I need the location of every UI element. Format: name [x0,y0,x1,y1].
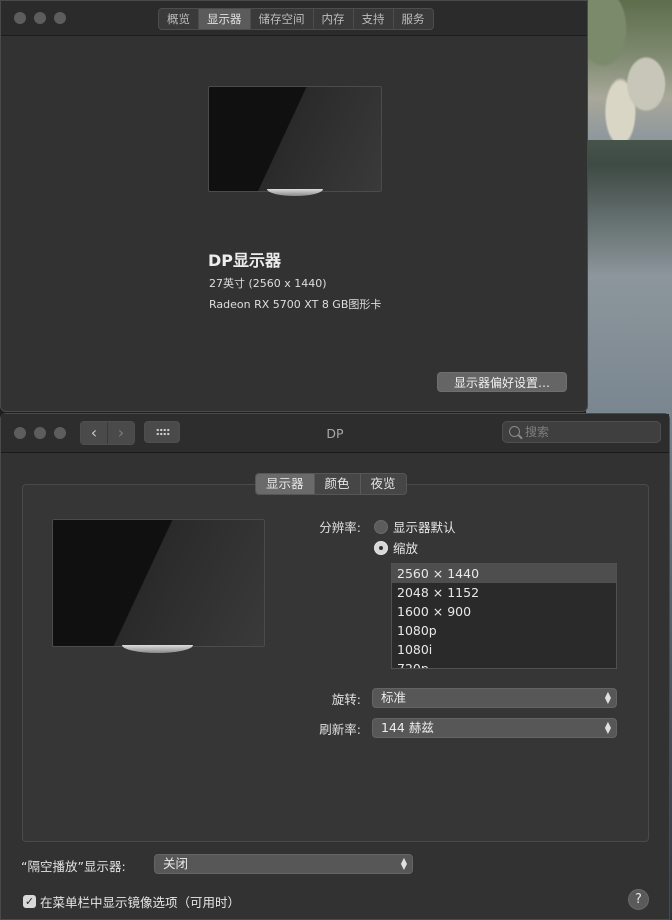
close-button[interactable] [14,12,26,24]
resolution-label: 分辨率: [319,520,361,535]
search-placeholder: 搜索 [525,425,550,439]
zoom-button[interactable] [54,12,66,24]
tab-storage[interactable]: 储存空间 [251,9,314,29]
checkmark-icon: ✓ [23,895,36,908]
search-icon [509,426,520,437]
display-image [208,86,382,192]
prefs-tab-bar: 显示器 颜色 夜览 [255,473,407,495]
resolution-item[interactable]: 2560 × 1440 [392,564,616,583]
tab-color[interactable]: 颜色 [315,474,361,494]
display-preferences-window: ‹ › DP 搜索 显示器 颜色 夜览 分辨率: 显示器默认 缩放 2560 ×… [0,413,670,920]
minimize-button[interactable] [34,12,46,24]
airplay-label: “隔空播放”显示器: [21,859,126,874]
display-stand [267,189,323,196]
tab-displays[interactable]: 显示器 [199,9,251,29]
resolution-scaled-radio[interactable]: 缩放 [374,538,418,557]
display-preferences-button[interactable]: 显示器偏好设置… [437,372,567,392]
resolution-default-label: 显示器默认 [393,520,456,535]
about-titlebar: 概览 显示器 储存空间 内存 支持 服务 [1,1,587,36]
about-this-mac-window: 概览 显示器 储存空间 内存 支持 服务 DP显示器 27英寸 (2560 x … [0,0,588,412]
resolution-item[interactable]: 720p [392,659,616,668]
resolution-item[interactable]: 1080p [392,621,616,640]
refresh-rate-select[interactable]: 144 赫兹 ▲ ▼ [372,718,617,738]
tab-display[interactable]: 显示器 [256,474,315,494]
resolution-scaled-label: 缩放 [393,541,419,556]
window-controls [14,12,66,24]
refresh-rate-label: 刷新率: [319,722,361,737]
resolution-default-radio[interactable]: 显示器默认 [374,517,456,536]
tab-service[interactable]: 服务 [394,9,433,29]
airplay-value: 关闭 [163,856,189,871]
display-name: DP显示器 [208,251,282,270]
rotation-select[interactable]: 标准 ▲ ▼ [372,688,617,708]
refresh-rate-value: 144 赫兹 [381,720,434,735]
radio-off-icon [374,519,388,534]
rotation-label: 旋转: [331,692,361,707]
tab-overview[interactable]: 概览 [159,9,199,29]
tab-support[interactable]: 支持 [354,9,394,29]
radio-on-icon [374,540,388,555]
display-size: 27英寸 (2560 x 1440) [209,277,327,290]
resolution-item[interactable]: 2048 × 1152 [392,583,616,602]
desktop-landscape [586,0,672,140]
prefs-titlebar: ‹ › DP 搜索 [1,414,669,453]
resolution-list[interactable]: 2560 × 1440 2048 × 1152 1600 × 900 1080p… [391,563,617,669]
tab-night-shift[interactable]: 夜览 [361,474,406,494]
chevron-updown-icon: ▲ ▼ [604,690,612,705]
airplay-select[interactable]: 关闭 ▲ ▼ [154,854,413,874]
chevron-updown-icon: ▲ ▼ [400,856,408,871]
help-button[interactable]: ? [628,889,649,910]
resolution-item[interactable]: 1600 × 900 [392,602,616,621]
mirror-options-label: 在菜单栏中显示镜像选项（可用时） [40,895,241,910]
rotation-value: 标准 [381,690,407,705]
tab-memory[interactable]: 内存 [314,9,354,29]
search-field[interactable]: 搜索 [502,421,661,443]
display-image [52,519,265,647]
about-tab-bar: 概览 显示器 储存空间 内存 支持 服务 [158,8,434,30]
graphics-card: Radeon RX 5700 XT 8 GB图形卡 [209,298,382,311]
chevron-updown-icon: ▲ ▼ [604,720,612,735]
mirror-options-checkbox[interactable]: ✓ 在菜单栏中显示镜像选项（可用时） [23,892,240,911]
resolution-item[interactable]: 1080i [392,640,616,659]
